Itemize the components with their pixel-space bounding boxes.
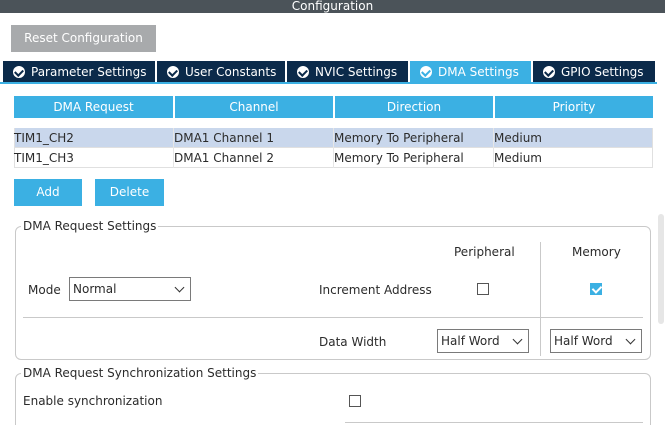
increment-address-label: Increment Address (319, 283, 432, 297)
table-header: DMA Request Channel Direction Priority (14, 96, 653, 118)
check-circle-icon (297, 66, 309, 78)
tab-user-constants[interactable]: User Constants (157, 61, 285, 83)
sync-divider (345, 422, 643, 423)
peripheral-data-width-select[interactable]: Half Word (437, 329, 529, 353)
cell-direction: Memory To Peripheral (334, 151, 464, 165)
check-circle-icon (543, 66, 555, 78)
tab-parameter-settings[interactable]: Parameter Settings (3, 61, 155, 83)
cell-channel: DMA1 Channel 1 (174, 131, 274, 145)
mode-label: Mode (28, 283, 61, 297)
dma-request-table: DMA Request Channel Direction Priority T… (14, 96, 653, 168)
increment-peripheral-checkbox[interactable] (477, 283, 489, 295)
column-header-dma-request[interactable]: DMA Request (14, 96, 173, 118)
memory-data-width-select[interactable]: Half Word (550, 329, 642, 353)
chevron-down-icon (174, 282, 185, 293)
cell-priority: Medium (494, 131, 542, 145)
mode-select-value: Normal (73, 282, 117, 296)
settings-tab-bar: Parameter Settings User Constants NVIC S… (0, 61, 665, 83)
delete-button[interactable]: Delete (95, 179, 164, 206)
column-header-direction[interactable]: Direction (333, 96, 493, 118)
check-circle-icon (420, 66, 432, 78)
cell-dma-request: TIM1_CH2 (14, 131, 74, 145)
peripheral-data-width-value: Half Word (441, 334, 500, 348)
tab-gpio-settings[interactable]: GPIO Settings (533, 61, 655, 83)
chevron-down-icon (512, 334, 523, 345)
window-title-bar: Configuration (0, 0, 665, 13)
table-row[interactable]: TIM1_CH3 DMA1 Channel 2 Memory To Periph… (14, 148, 653, 168)
data-width-label: Data Width (319, 335, 387, 349)
enable-synchronization-label: Enable synchronization (23, 394, 163, 408)
column-divider (540, 242, 541, 356)
table-row[interactable]: TIM1_CH2 DMA1 Channel 1 Memory To Periph… (14, 128, 653, 148)
group-title: DMA Request Synchronization Settings (21, 366, 259, 380)
column-header-channel[interactable]: Channel (173, 96, 333, 118)
cell-priority: Medium (494, 151, 542, 165)
mode-select[interactable]: Normal (69, 277, 191, 301)
tab-label: DMA Settings (438, 65, 519, 79)
memory-column-label: Memory (572, 245, 621, 259)
memory-data-width-value: Half Word (554, 334, 613, 348)
cell-dma-request: TIM1_CH3 (14, 151, 74, 165)
tab-label: Parameter Settings (31, 65, 147, 79)
tab-label: User Constants (185, 65, 277, 79)
tab-nvic-settings[interactable]: NVIC Settings (287, 61, 408, 83)
cell-channel: DMA1 Channel 2 (174, 151, 274, 165)
tab-dma-settings[interactable]: DMA Settings (410, 61, 531, 83)
cell-direction: Memory To Peripheral (334, 131, 464, 145)
tab-label: NVIC Settings (315, 65, 398, 79)
add-button[interactable]: Add (14, 179, 82, 206)
increment-memory-checkbox[interactable] (590, 283, 602, 295)
check-circle-icon (13, 66, 25, 78)
peripheral-column-label: Peripheral (454, 245, 515, 259)
settings-divider (23, 317, 643, 318)
table-spacer (14, 118, 653, 128)
tab-underline (0, 82, 657, 84)
scrollbar-thumb[interactable] (658, 214, 664, 324)
enable-synchronization-checkbox[interactable] (349, 395, 361, 407)
column-header-priority[interactable]: Priority (493, 96, 653, 118)
group-title: DMA Request Settings (21, 219, 159, 233)
window-title: Configuration (291, 0, 374, 13)
check-circle-icon (167, 66, 179, 78)
reset-configuration-button[interactable]: Reset Configuration (11, 25, 156, 52)
tab-label: GPIO Settings (561, 65, 644, 79)
chevron-down-icon (625, 334, 636, 345)
